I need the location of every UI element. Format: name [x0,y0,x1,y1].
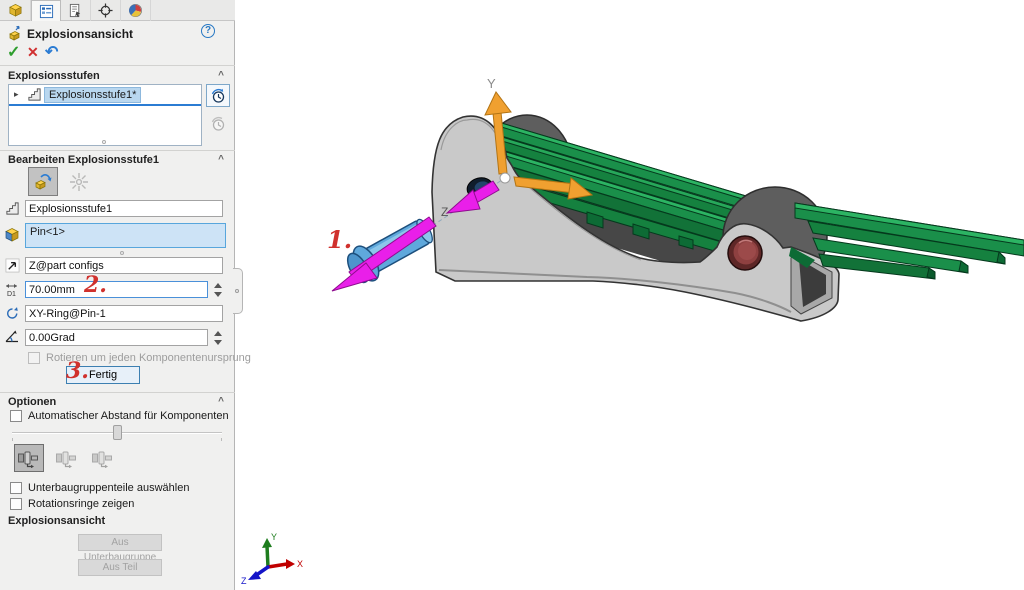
selection-resize-dot[interactable] [120,251,124,255]
distance-spinner[interactable] [211,281,224,299]
tab-property[interactable] [61,0,91,21]
tab-feature-manager[interactable] [31,0,61,21]
component-spacing-icon [55,448,79,468]
selection-underline [9,104,201,106]
explosion-step-label[interactable]: Explosionsstufe1* [44,87,141,103]
from-subassembly-button: Aus Unterbaugruppe [78,534,162,551]
distance-icon: D1 [4,282,20,298]
view-triad [248,538,295,580]
view-triad-x-label: X [297,559,303,569]
part-icon [8,3,23,18]
done-button[interactable]: Fertig [66,366,140,384]
feature-manager-icon [39,4,54,19]
manipulator-z-label: Z [441,205,448,219]
crosshair-icon [98,3,113,18]
tab-configuration[interactable] [121,0,151,21]
triad-origin[interactable] [500,173,510,183]
panel-tab-bar [0,0,235,21]
rotation-rings-checkbox[interactable] [10,498,22,510]
property-manager-panel: Explosionsansicht ? ✓ ✕ ↶ Explosionsstuf… [0,0,235,590]
explode-step-icon [5,201,20,216]
property-manager-icon [68,3,83,18]
auto-spacing-checkbox[interactable] [10,410,22,422]
collapse-chevron[interactable]: ^ [218,396,224,407]
translate-mode-button[interactable] [28,167,58,196]
help-icon[interactable]: ? [201,24,215,38]
spacing-style-button-1[interactable] [14,444,44,472]
explode-step-icon [27,87,42,102]
direction-field[interactable] [25,257,223,274]
solidworks-window: Explosionsansicht ? ✓ ✕ ↶ Explosionsstuf… [0,0,1024,590]
explosion-view-label: Explosionsansicht [8,515,105,527]
push-button-face [738,242,756,260]
angle-field[interactable] [25,329,208,346]
svg-text:D1: D1 [7,291,16,298]
tab-part[interactable] [1,0,31,21]
spacing-style-button-2 [52,444,82,472]
stage-name-field[interactable] [25,200,223,217]
rotate-origin-label: Rotieren um jeden Komponentenursprung [46,352,251,364]
listbox-resize-dot[interactable] [102,140,106,144]
panel-resize-handle[interactable] [233,268,243,314]
panel-title: Explosionsansicht [27,27,133,41]
view-triad-y-label: Y [271,532,277,542]
annotation-step-1: 1. [327,225,352,254]
direction-arrow-icon [5,258,20,273]
rotate-origin-checkbox [28,352,40,364]
rotation-axis-field[interactable] [25,305,223,322]
rotation-axis-icon [5,306,20,321]
ok-button[interactable]: ✓ [7,42,20,62]
cancel-button[interactable]: ✕ [27,44,39,61]
subassembly-parts-checkbox[interactable] [10,482,22,494]
component-icon [4,227,20,243]
clock-arrow-icon [210,88,226,104]
radial-explode-button [64,167,94,196]
exploded-view-icon [6,25,23,42]
explosion-steps-listbox: ▸ Explosionsstufe1* [8,84,202,146]
manipulator-y-label: Y [487,76,496,91]
configuration-icon [128,3,143,18]
auto-spacing-label: Automatischer Abstand für Komponenten [28,410,229,422]
reuse-step-button[interactable] [206,84,230,107]
section-explosionsstufen-header[interactable]: Explosionsstufen [8,70,100,82]
move-part-icon [32,171,54,193]
component-selection-box[interactable]: Pin<1> [25,223,226,248]
reuse-step-button-disabled [206,112,230,135]
spacing-slider-handle[interactable] [113,425,122,440]
rotation-rings-label: Rotationsringe zeigen [28,498,134,510]
collapse-chevron[interactable]: ^ [218,154,224,165]
graphics-viewport[interactable]: Y Z 1. Y X Z [235,0,1024,590]
section-optionen-header[interactable]: Optionen [8,396,56,408]
expand-arrow-icon[interactable]: ▸ [14,89,19,100]
angle-spinner[interactable] [211,329,224,347]
collapse-chevron[interactable]: ^ [218,70,224,81]
section-bearbeiten-header[interactable]: Bearbeiten Explosionsstufe1 [8,154,159,166]
component-spacing-icon [17,448,41,468]
view-triad-z-label: Z [241,576,247,586]
distance-field[interactable] [25,281,208,298]
explosion-step-item[interactable]: ▸ Explosionsstufe1* [9,85,201,104]
from-part-button: Aus Teil [78,559,162,576]
undo-button[interactable]: ↶ [45,42,58,62]
tab-dimxpert[interactable] [91,0,121,21]
subassembly-parts-label: Unterbaugruppenteile auswählen [28,482,189,494]
angle-icon [4,328,20,344]
clock-arrow-icon [210,116,226,132]
spacing-style-button-3 [88,444,118,472]
radial-explode-icon [68,171,90,193]
component-spacing-icon [91,448,115,468]
